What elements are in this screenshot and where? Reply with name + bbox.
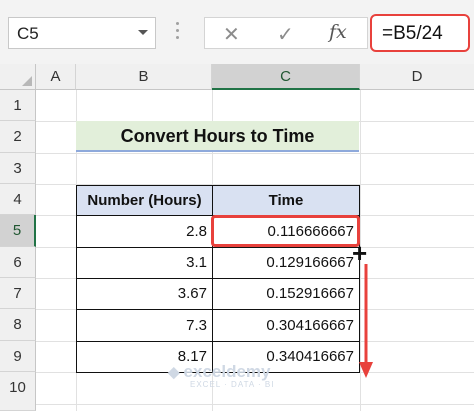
select-all-icon bbox=[22, 76, 32, 86]
column-header-b[interactable]: B bbox=[76, 64, 212, 90]
row-header-2[interactable]: 2 bbox=[0, 121, 36, 153]
column-header-c[interactable]: C bbox=[212, 64, 360, 90]
table-header-time[interactable]: Time bbox=[212, 185, 360, 216]
sheet-title[interactable]: Convert Hours to Time bbox=[76, 121, 359, 152]
table-cell-time[interactable]: 0.129166667 bbox=[212, 247, 360, 279]
name-box-value: C5 bbox=[17, 24, 39, 43]
row-header-4[interactable]: 4 bbox=[0, 184, 36, 215]
name-box[interactable]: C5 bbox=[8, 17, 156, 49]
gridline bbox=[36, 404, 474, 405]
table-cell-time[interactable]: 0.152916667 bbox=[212, 278, 360, 310]
watermark-icon: ◆ bbox=[168, 364, 180, 381]
row-header-6[interactable]: 6 bbox=[0, 247, 36, 278]
watermark-name: exceldemy bbox=[183, 362, 271, 381]
formula-bar: C5 ✕ ✓ fx =B5/24 bbox=[0, 0, 474, 65]
drag-down-arrow-icon bbox=[359, 264, 373, 378]
chevron-down-icon[interactable] bbox=[138, 30, 148, 35]
table-cell-hours[interactable]: 2.8 bbox=[76, 215, 213, 248]
select-all-button[interactable] bbox=[0, 64, 36, 90]
column-header-d[interactable]: D bbox=[360, 64, 474, 90]
row-header-7[interactable]: 7 bbox=[0, 278, 36, 309]
enter-icon[interactable]: ✓ bbox=[277, 22, 294, 47]
table-header-hours[interactable]: Number (Hours) bbox=[76, 185, 213, 216]
table-cell-time[interactable]: 0.304166667 bbox=[212, 309, 360, 342]
column-header-a[interactable]: A bbox=[36, 64, 76, 90]
watermark-tagline: EXCEL · DATA · BI bbox=[190, 380, 275, 389]
row-header-8[interactable]: 8 bbox=[0, 309, 36, 341]
gridline bbox=[36, 153, 474, 154]
row-header-9[interactable]: 9 bbox=[0, 341, 36, 372]
watermark-logo: ◆ exceldemy EXCEL · DATA · BI bbox=[168, 362, 274, 389]
table-cell-hours[interactable]: 3.67 bbox=[76, 278, 213, 310]
table-cell-hours[interactable]: 7.3 bbox=[76, 309, 213, 342]
row-header-10[interactable]: 10 bbox=[0, 372, 36, 411]
row-header-5[interactable]: 5 bbox=[0, 215, 36, 247]
active-cell-highlight[interactable] bbox=[211, 215, 360, 247]
cancel-icon[interactable]: ✕ bbox=[223, 22, 240, 47]
row-header-3[interactable]: 3 bbox=[0, 153, 36, 184]
formula-buttons: ✕ ✓ fx bbox=[204, 17, 368, 49]
insert-function-button[interactable]: fx bbox=[329, 21, 347, 43]
table-cell-hours[interactable]: 3.1 bbox=[76, 247, 213, 279]
formula-text: =B5/24 bbox=[382, 23, 443, 44]
row-header-1[interactable]: 1 bbox=[0, 90, 36, 121]
drag-handle-icon[interactable] bbox=[176, 22, 179, 44]
formula-input[interactable]: =B5/24 bbox=[370, 14, 470, 52]
